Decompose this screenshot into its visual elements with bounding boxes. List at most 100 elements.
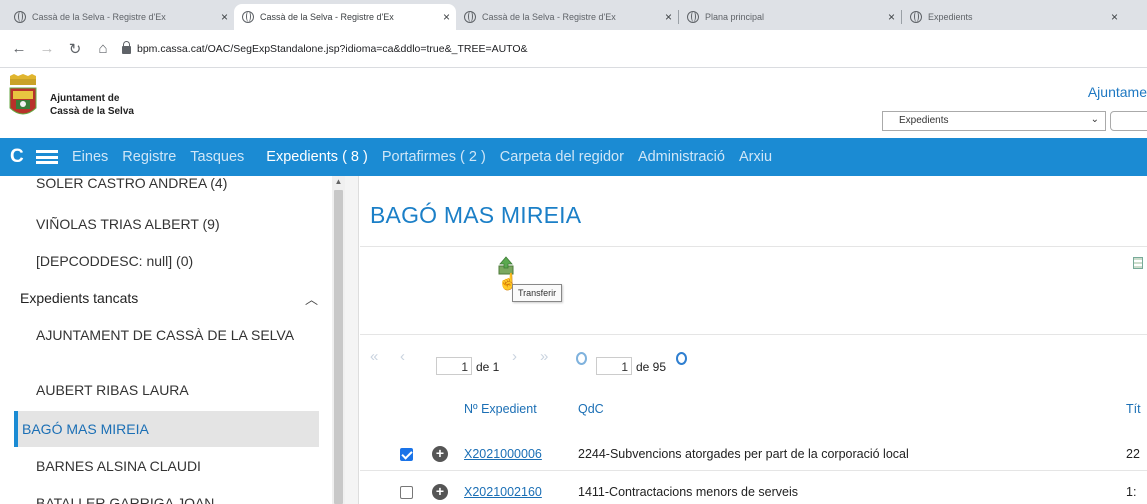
tab-title: Cassà de la Selva - Registre d'Ex: [32, 12, 166, 22]
reload-icon[interactable]: ↻: [66, 40, 84, 58]
main-menu: C Eines Registre Tasques Expedients ( 8 …: [0, 138, 1147, 176]
next-page-icon[interactable]: ›: [512, 348, 517, 365]
column-header-expedient[interactable]: Nº Expedient: [464, 402, 537, 416]
menu-item-portafirmes[interactable]: Portafirmes ( 2 ): [382, 149, 486, 165]
chevron-down-icon: ⌄: [1090, 114, 1099, 125]
tab-title: Cassà de la Selva - Registre d'Ex: [482, 12, 616, 22]
header-right-title: Ajuntame: [1087, 84, 1147, 100]
browser-tab-1[interactable]: Cassà de la Selva - Registre d'Ex ×: [6, 4, 234, 30]
pager: « ‹ 1 de 1 › » 1 de 95: [360, 344, 1147, 384]
menu-item-eines[interactable]: Eines: [72, 149, 108, 165]
group-of-label: de 95: [636, 360, 667, 374]
menu-item-administracio[interactable]: Administració: [638, 149, 725, 165]
browser-tab-3[interactable]: Cassà de la Selva - Registre d'Ex ×: [456, 4, 678, 30]
prev-page-icon[interactable]: ‹: [400, 348, 405, 365]
sidebar-group-expedients-tancats[interactable]: Expedients tancats ︿: [20, 289, 320, 307]
globe-icon: [242, 11, 254, 23]
sidebar: SOLER CASTRO ANDREA (4) VIÑOLAS TRIAS AL…: [0, 176, 360, 504]
scroll-up-icon[interactable]: ▲: [332, 176, 345, 188]
menu-item-tasques[interactable]: Tasques: [190, 149, 244, 165]
browser-window: Cassà de la Selva - Registre d'Ex × Cass…: [0, 0, 1147, 504]
sidebar-item[interactable]: BATALLER GARRIGA JOAN: [36, 494, 336, 504]
expedient-link[interactable]: X2021002160: [464, 485, 542, 499]
qdc-cell: 1411-Contractacions menors de serveis: [578, 485, 799, 499]
divider: [360, 470, 1147, 471]
last-page-icon[interactable]: »: [540, 348, 548, 365]
menu-item-carpeta-regidor[interactable]: Carpeta del regidor: [500, 149, 624, 165]
globe-icon: [14, 11, 26, 23]
column-header-qdc[interactable]: QdC: [578, 402, 604, 416]
main-content: BAGÓ MAS MIREIA ☝ Transferir « ‹ 1 de 1 …: [360, 176, 1147, 504]
close-icon[interactable]: ×: [665, 10, 672, 24]
tab-title: Plana principal: [705, 12, 765, 22]
sidebar-item-selected[interactable]: BAGÓ MAS MIREIA: [14, 411, 319, 447]
close-icon[interactable]: ×: [888, 10, 895, 24]
org-name: Ajuntament de Cassà de la Selva: [50, 92, 134, 118]
page-title: BAGÓ MAS MIREIA: [370, 202, 582, 228]
refresh-icon[interactable]: C: [10, 146, 30, 168]
app-header: Ajuntament de Cassà de la Selva Ajuntame…: [0, 68, 1147, 138]
expand-plus-icon[interactable]: +: [432, 446, 448, 462]
column-header-title[interactable]: Tít: [1126, 402, 1141, 416]
divider: [360, 334, 1147, 335]
title-cell: 1:: [1126, 485, 1137, 499]
tab-strip: Cassà de la Selva - Registre d'Ex × Cass…: [0, 0, 1147, 30]
sidebar-item[interactable]: VIÑOLAS TRIAS ALBERT (9): [36, 215, 336, 233]
sidebar-group-label: Expedients tancats: [20, 290, 139, 306]
sidebar-item[interactable]: AUBERT RIBAS LAURA: [36, 381, 336, 399]
close-icon[interactable]: ×: [221, 10, 228, 24]
expand-plus-icon[interactable]: +: [432, 484, 448, 500]
forward-icon[interactable]: →: [38, 40, 56, 57]
scrollbar-thumb[interactable]: [334, 190, 343, 504]
url-field[interactable]: bpm.cassa.cat/OAC/SegExpStandalone.jsp?i…: [122, 36, 528, 62]
expedient-link[interactable]: X2021000006: [464, 447, 542, 461]
sidebar-item[interactable]: SOLER CASTRO ANDREA (4): [36, 176, 336, 192]
tooltip: Transferir: [512, 284, 563, 302]
module-select-value: Expedients: [899, 115, 949, 126]
sidebar-item[interactable]: AJUNTAMENT DE CASSÀ DE LA SELVA: [36, 326, 296, 344]
sidebar-item[interactable]: [DEPCODDESC: null] (0): [36, 252, 336, 270]
org-name-line1: Ajuntament de: [50, 93, 120, 104]
browser-tab-4[interactable]: Plana principal ×: [679, 4, 901, 30]
browser-tab-5[interactable]: Expedients ×: [902, 4, 1124, 30]
hamburger-icon[interactable]: [36, 150, 58, 164]
coat-of-arms-logo: [9, 74, 37, 115]
lock-icon: [122, 41, 131, 54]
globe-icon: [687, 11, 699, 23]
panel-divider[interactable]: [345, 176, 359, 504]
close-icon[interactable]: ×: [443, 10, 450, 24]
row-checkbox[interactable]: [400, 448, 413, 461]
home-icon[interactable]: ⌂: [94, 40, 112, 57]
search-input[interactable]: [1110, 111, 1147, 131]
page-of-label: de 1: [476, 360, 500, 374]
table-row[interactable]: + X2021000006 2244-Subvencions atorgades…: [360, 444, 1147, 472]
sidebar-item[interactable]: BARNES ALSINA CLAUDI: [36, 457, 336, 475]
table-row[interactable]: + X2021002160 1411-Contractacions menors…: [360, 482, 1147, 504]
back-icon[interactable]: ←: [10, 40, 28, 57]
refresh-page-icon[interactable]: [576, 352, 587, 365]
divider: [360, 246, 1147, 247]
list-view-icon[interactable]: [1133, 257, 1143, 269]
tab-title: Expedients: [928, 12, 973, 22]
qdc-cell: 2244-Subvencions atorgades per part de l…: [578, 447, 909, 461]
org-name-line2: Cassà de la Selva: [50, 106, 134, 117]
title-cell: 22: [1126, 447, 1140, 461]
page-input[interactable]: 1: [436, 357, 472, 375]
menu-item-registre[interactable]: Registre: [122, 149, 176, 165]
address-bar: ← → ↻ ⌂ bpm.cassa.cat/OAC/SegExpStandalo…: [0, 30, 1147, 68]
sidebar-scrollbar[interactable]: ▲: [332, 176, 345, 504]
row-checkbox[interactable]: [400, 486, 413, 499]
globe-icon: [464, 11, 476, 23]
chevron-up-icon[interactable]: ︿: [305, 291, 318, 309]
close-icon[interactable]: ×: [1111, 10, 1118, 24]
menu-item-expedients[interactable]: Expedients ( 8 ): [266, 149, 368, 165]
url-text: bpm.cassa.cat/OAC/SegExpStandalone.jsp?i…: [137, 42, 528, 55]
info-icon[interactable]: [676, 352, 687, 365]
group-input[interactable]: 1: [596, 357, 632, 375]
menu-item-arxiu[interactable]: Arxiu: [739, 149, 772, 165]
module-select[interactable]: Expedients ⌄: [882, 111, 1106, 131]
globe-icon: [910, 11, 922, 23]
browser-tab-2[interactable]: Cassà de la Selva - Registre d'Ex ×: [234, 4, 456, 30]
tab-title: Cassà de la Selva - Registre d'Ex: [260, 12, 394, 22]
first-page-icon[interactable]: «: [370, 348, 378, 365]
